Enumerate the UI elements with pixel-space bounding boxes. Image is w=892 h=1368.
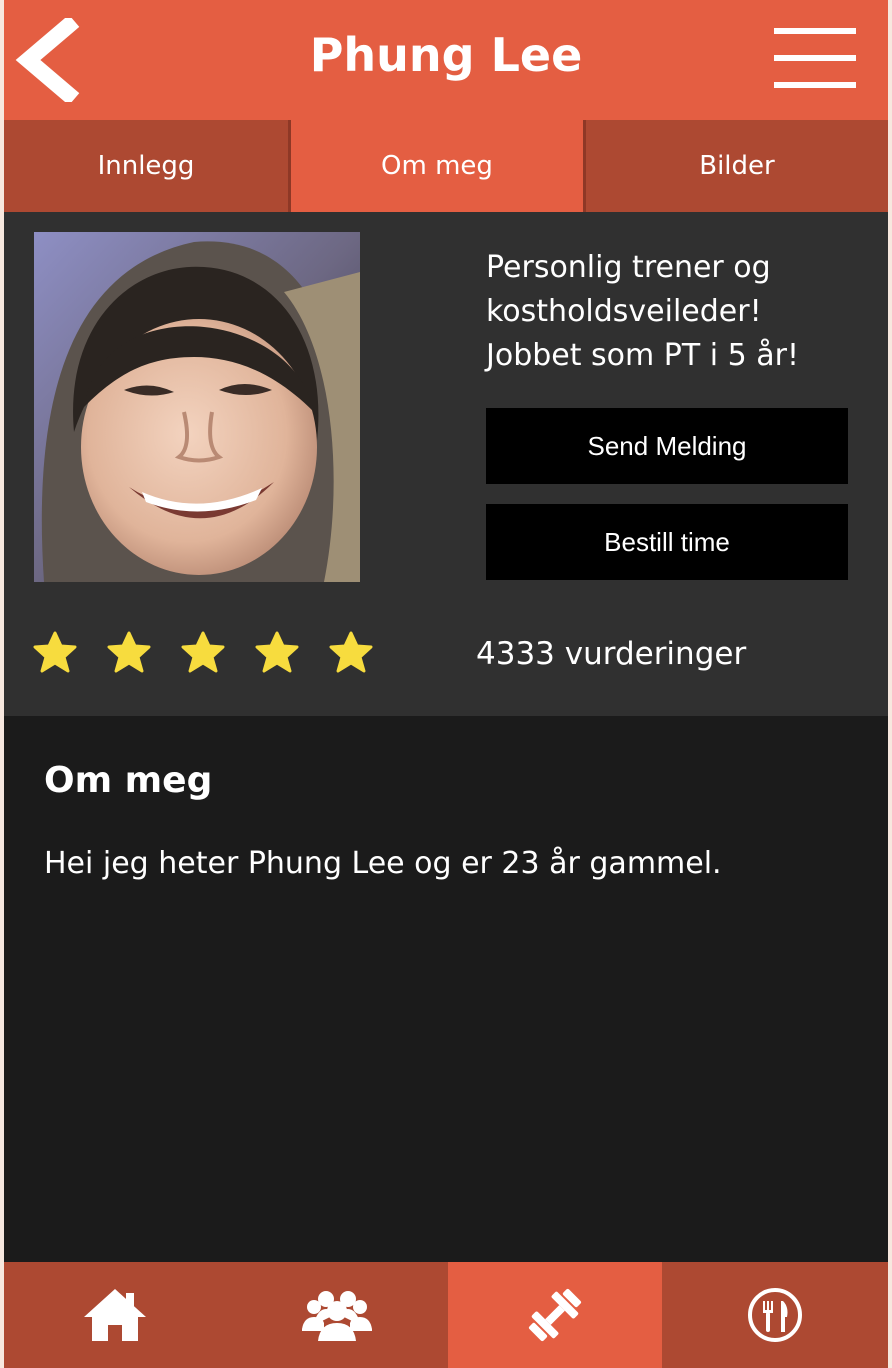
bottom-nav — [4, 1262, 888, 1368]
tab-bilder[interactable]: Bilder — [586, 120, 888, 212]
profile-tabs: Innlegg Om meg Bilder — [4, 120, 888, 212]
tab-innlegg[interactable]: Innlegg — [4, 120, 291, 212]
hamburger-menu-icon — [774, 28, 856, 34]
menu-button[interactable] — [774, 28, 856, 92]
star-icon — [255, 631, 299, 673]
bio-line: kostholdsveileder! — [486, 294, 762, 329]
star-icon — [181, 631, 225, 673]
header-bar: Phung Lee — [4, 0, 888, 120]
nav-community[interactable] — [226, 1262, 448, 1368]
ratings-count: 4333 vurderinger — [476, 636, 747, 672]
nav-home[interactable] — [4, 1262, 226, 1368]
app-screen: Phung Lee Innlegg Om meg Bilder Personli… — [4, 0, 888, 1368]
rating-stars — [32, 630, 402, 676]
page-title: Phung Lee — [309, 28, 583, 82]
home-icon — [84, 1289, 146, 1341]
profile-photo — [34, 232, 360, 582]
tab-om-meg[interactable]: Om meg — [291, 120, 586, 212]
restaurant-icon — [748, 1288, 802, 1342]
about-text: Hei jeg heter Phung Lee og er 23 år gamm… — [44, 846, 722, 881]
dumbbell-icon — [528, 1288, 582, 1342]
bio-text: Personlig trener og kostholdsveileder! J… — [486, 246, 866, 378]
book-appointment-button[interactable]: Bestill time — [486, 504, 848, 580]
send-message-button[interactable]: Send Melding — [486, 408, 848, 484]
bio-line: Jobbet som PT i 5 år! — [486, 338, 799, 373]
nav-nutrition[interactable] — [662, 1262, 888, 1368]
nav-training[interactable] — [448, 1262, 662, 1368]
star-icon — [33, 631, 77, 673]
hamburger-line — [774, 82, 856, 88]
star-icon — [329, 631, 373, 673]
star-icon — [107, 631, 151, 673]
about-heading: Om meg — [44, 760, 213, 801]
group-icon — [302, 1291, 372, 1341]
bio-line: Personlig trener og — [486, 250, 771, 285]
hamburger-line — [774, 55, 856, 61]
profile-panel: Personlig trener og kostholdsveileder! J… — [4, 212, 888, 716]
